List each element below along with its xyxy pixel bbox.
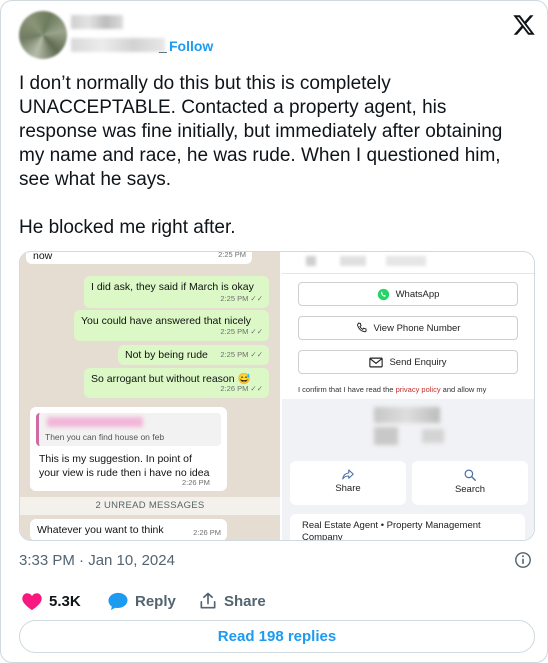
x-logo-icon[interactable]	[512, 13, 536, 37]
share-label: Share	[224, 592, 266, 610]
tweet-text: I don’t normally do this but this is com…	[19, 73, 503, 238]
share-card: Share	[290, 461, 406, 505]
read-replies-button[interactable]: Read 198 replies	[19, 620, 535, 653]
redacted-text	[386, 256, 426, 266]
whatsapp-icon	[377, 288, 389, 300]
info-icon[interactable]	[514, 551, 532, 569]
heart-icon	[22, 593, 42, 611]
like-count: 5.3K	[49, 592, 81, 610]
reply-button[interactable]: Reply	[107, 591, 176, 611]
message-time: 2:25 PM ✓✓	[220, 327, 263, 336]
chat-screenshot: now 2:25 PM I did ask, they said if Marc…	[20, 251, 280, 540]
search-label: Search	[454, 484, 486, 495]
message-time: 2:26 PM ✓✓	[220, 384, 263, 393]
share-label: Share	[335, 483, 361, 494]
redacted-text	[306, 256, 316, 266]
quoted-sender-redacted	[47, 417, 143, 427]
send-enquiry-button: Send Enquiry	[298, 350, 518, 374]
quoted-message: Then you can find house on feb	[36, 413, 221, 446]
chat-message-outgoing: Not by being rude 2:25 PM ✓✓	[118, 345, 269, 365]
display-name-redacted[interactable]	[71, 15, 123, 29]
send-enquiry-label: Send Enquiry	[389, 356, 447, 368]
chat-message-partial: now 2:25 PM	[26, 251, 252, 264]
privacy-policy-link: privacy policy	[395, 385, 441, 394]
message-time: 2:25 PM ✓✓	[220, 350, 263, 359]
consent-prefix: I confirm that I have read the	[298, 385, 396, 394]
search-card: Search	[412, 461, 528, 505]
handle-redacted[interactable]	[71, 38, 165, 52]
like-button[interactable]: 5.3K	[21, 591, 81, 611]
share-button[interactable]: Share	[198, 591, 266, 611]
agent-title: Real Estate Agent • Property Management …	[290, 514, 525, 540]
chat-message-outgoing: So arrogant but without reason 😅 2:26 PM…	[84, 368, 269, 398]
divider	[282, 273, 534, 274]
message-text: now	[33, 251, 53, 262]
consent-note: I confirm that I have read the privacy p…	[298, 385, 528, 394]
quoted-text: Then you can find house on feb	[45, 432, 165, 442]
chat-message-incoming: Whatever you want to think 2:26 PM	[30, 519, 227, 540]
message-text: This is my suggestion. In point of your …	[39, 453, 210, 479]
message-time: 2:26 PM	[182, 478, 210, 487]
view-phone-button: View Phone Number	[298, 316, 518, 340]
consent-suffix: and allow my	[440, 385, 487, 394]
search-icon	[464, 469, 476, 481]
chat-message-outgoing: I did ask, they said if March is okay 2:…	[84, 276, 269, 308]
phone-icon	[356, 322, 367, 333]
message-time: 2:26 PM	[193, 528, 221, 537]
message-time: 2:25 PM ✓✓	[220, 294, 263, 303]
agent-section: Share Search Real Estate Agent • Propert…	[282, 399, 534, 540]
redacted-agent-detail	[422, 429, 444, 443]
message-text: Whatever you want to think	[37, 524, 164, 536]
chat-message-outgoing: You could have answered that nicely 2:25…	[74, 310, 269, 341]
view-phone-label: View Phone Number	[373, 322, 461, 334]
avatar[interactable]	[19, 11, 67, 59]
unread-banner: 2 UNREAD MESSAGES	[20, 497, 280, 515]
mail-icon	[369, 357, 384, 367]
reply-icon	[108, 592, 128, 611]
follow-button[interactable]: Follow	[169, 38, 213, 54]
message-text: Not by being rude	[125, 349, 208, 361]
reply-label: Reply	[135, 592, 176, 610]
listing-screenshot: WhatsApp View Phone Number Send Enquiry …	[282, 252, 534, 540]
whatsapp-button: WhatsApp	[298, 282, 518, 306]
share-icon	[342, 469, 354, 480]
redacted-agent-name	[374, 407, 440, 423]
tweet-card: _ · Follow I don’t normally do this but …	[0, 0, 548, 663]
redacted-text	[340, 256, 366, 266]
share-upload-icon	[200, 592, 216, 609]
redacted-agent-photo	[374, 427, 398, 445]
tweet-media[interactable]: now 2:25 PM I did ask, they said if Marc…	[19, 251, 535, 541]
tweet-timestamp[interactable]: 3:33 PM · Jan 10, 2024	[19, 552, 175, 569]
whatsapp-label: WhatsApp	[395, 288, 440, 300]
message-time: 2:25 PM	[218, 251, 246, 259]
